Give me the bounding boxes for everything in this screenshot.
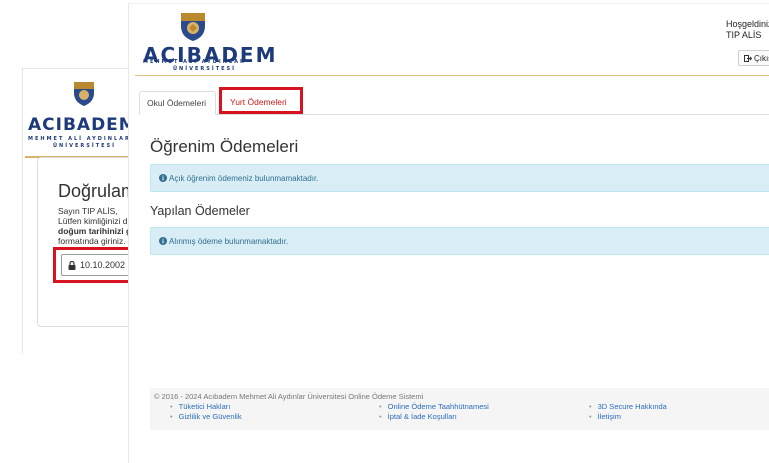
header-divider [135, 75, 769, 76]
footer-link-odeme-taahhutnamesi[interactable]: Online Ödeme Taahhütnamesi [379, 402, 489, 411]
page-footer: © 2016 - 2024 Acıbadem Mehmet Ali Aydınl… [150, 388, 769, 430]
footer-link-gizlilik[interactable]: Gizlilik ve Güvenlik [170, 412, 242, 421]
instruction-line: doğum tarihinizi gü [58, 226, 134, 236]
payments-window: ACIBADEM MEHMET ALİ AYDINLAR ÜNİVERSİTES… [128, 3, 769, 463]
sign-out-icon [744, 55, 752, 62]
instruction-line: Lütfen kimliğinizi d [58, 216, 128, 226]
logo-subtitle-line2: ÜNİVERSİTESİ [173, 66, 236, 72]
copyright-text: © 2016 - 2024 Acıbadem Mehmet Ali Aydınl… [154, 392, 424, 401]
logo-subtitle-line1: MEHMET ALİ AYDINLAR [143, 59, 246, 65]
footer-link-tuketici-haklari[interactable]: Tüketici Hakları [170, 402, 231, 411]
crest-icon [181, 13, 205, 41]
alert-text: Açık öğrenim ödemeniz bulunmamaktadır. [169, 174, 319, 183]
welcome-message: Hoşgeldiniz, TIP ALİS [726, 19, 769, 41]
instruction-line: Sayın TIP ALİS, [58, 206, 118, 216]
background-login-window: ACIBADEM MEHMET ALİ AYDINLAR ÜNİVERSİTES… [22, 68, 146, 353]
payment-tabs: Okul Ödemeleri Yurt Ödemeleri [139, 87, 769, 115]
section-title: Yapılan Ödemeler [150, 204, 250, 218]
logo-subtitle-line1: MEHMET ALİ AYDINLAR [28, 136, 131, 142]
logout-label: Çıkış [754, 54, 769, 63]
footer-link-iletisim[interactable]: İletişim [589, 412, 621, 421]
alert-text: Alınmış ödeme bulunmamaktadır. [169, 237, 289, 246]
birthdate-input-highlight: 10.10.2002 [53, 247, 131, 283]
welcome-text: Hoşgeldiniz, [726, 19, 769, 29]
tab-okul-odemeleri[interactable]: Okul Ödemeleri [139, 91, 216, 115]
user-name: TIP ALİS [726, 30, 762, 40]
completed-payments-alert: Alınmış ödeme bulunmamaktadır. [150, 227, 769, 255]
info-icon [159, 237, 167, 245]
instruction-line: formatında giriniz. [58, 236, 126, 246]
birthdate-value: 10.10.2002 [80, 260, 126, 270]
crest-icon [74, 82, 94, 106]
logo-wordmark: ACIBADEM [28, 115, 137, 135]
page-title: Öğrenim Ödemeleri [150, 137, 299, 156]
verification-card: Doğrulama Sayın TIP ALİS, Lütfen kimliği… [37, 157, 146, 327]
lock-icon [68, 261, 76, 270]
footer-link-iptal-iade[interactable]: İptal & İade Koşulları [379, 412, 457, 421]
screen: ACIBADEM MEHMET ALİ AYDINLAR ÜNİVERSİTES… [0, 0, 769, 463]
logo-subtitle-line2: ÜNİVERSİTESİ [53, 143, 116, 149]
open-payments-alert: Açık öğrenim ödemeniz bulunmamaktadır. [150, 164, 769, 192]
instruction-line-bold: doğum tarihinizi gü [58, 226, 134, 236]
info-icon [159, 174, 167, 182]
page-header: ACIBADEM MEHMET ALİ AYDINLAR ÜNİVERSİTES… [129, 3, 769, 76]
logout-button[interactable]: Çıkış [738, 50, 769, 66]
tab-yurt-odemeleri[interactable]: Yurt Ödemeleri [221, 91, 301, 115]
footer-link-3d-secure[interactable]: 3D Secure Hakkında [589, 402, 667, 411]
verification-instructions: Sayın TIP ALİS, Lütfen kimliğinizi d doğ… [58, 206, 134, 246]
birthdate-input[interactable]: 10.10.2002 [61, 254, 131, 276]
university-logo-background: ACIBADEM MEHMET ALİ AYDINLAR ÜNİVERSİTES… [23, 77, 136, 157]
